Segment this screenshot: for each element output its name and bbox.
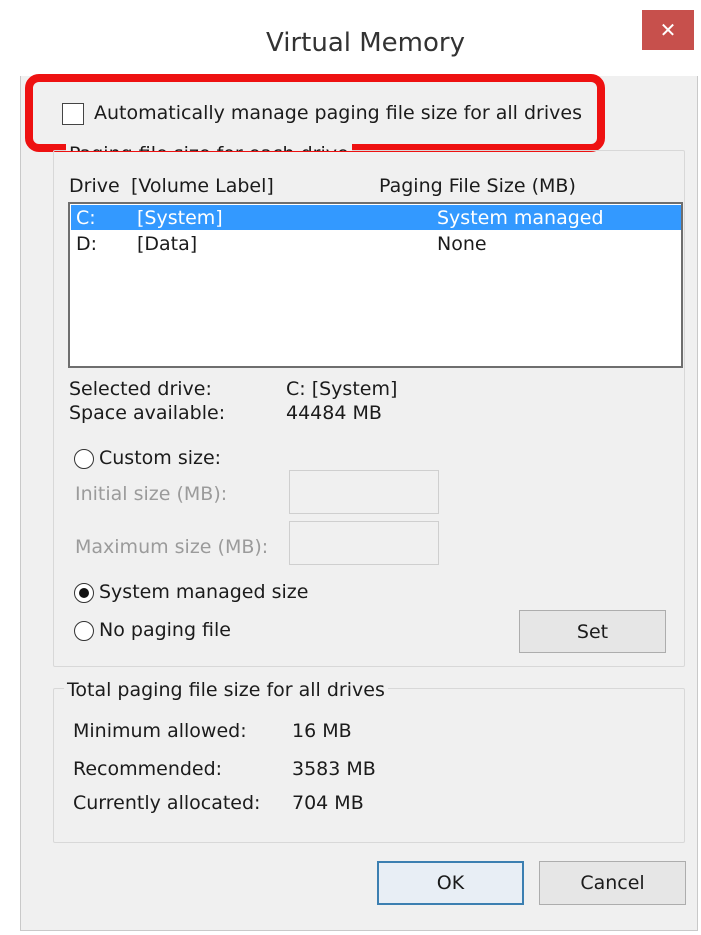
total-group-legend: Total paging file size for all drives bbox=[64, 679, 388, 701]
maximum-size-input[interactable] bbox=[289, 521, 439, 565]
auto-manage-checkbox[interactable] bbox=[62, 103, 84, 125]
no-paging-radio[interactable] bbox=[74, 621, 94, 641]
drive-paging-size: System managed bbox=[437, 207, 604, 229]
drive-paging-size[interactable]: None bbox=[437, 233, 487, 255]
minimum-allowed-value: 16 MB bbox=[292, 720, 352, 742]
system-managed-radio[interactable] bbox=[74, 583, 94, 603]
background-strip bbox=[0, 0, 20, 935]
space-available-label: Space available: bbox=[69, 402, 226, 424]
drive-volume-label[interactable]: [Data] bbox=[137, 233, 197, 255]
space-available-value: 44484 MB bbox=[286, 402, 382, 424]
auto-manage-label[interactable]: Automatically manage paging file size fo… bbox=[94, 102, 582, 124]
custom-size-radio[interactable] bbox=[74, 449, 94, 469]
maximum-size-label: Maximum size (MB): bbox=[75, 536, 269, 558]
close-icon: ✕ bbox=[659, 18, 677, 42]
initial-size-label: Initial size (MB): bbox=[75, 483, 228, 505]
selected-drive-value: C: [System] bbox=[286, 378, 398, 400]
close-button[interactable]: ✕ bbox=[642, 10, 694, 50]
custom-size-label[interactable]: Custom size: bbox=[99, 447, 221, 469]
column-header-drive: Drive bbox=[69, 175, 120, 197]
drive-letter: C: bbox=[76, 207, 96, 229]
per-drive-group-legend: Paging file size for each drive bbox=[66, 143, 352, 151]
radio-selected-dot bbox=[79, 588, 89, 598]
system-managed-label[interactable]: System managed size bbox=[99, 581, 308, 603]
currently-allocated-label: Currently allocated: bbox=[73, 792, 261, 814]
no-paging-label[interactable]: No paging file bbox=[99, 619, 231, 641]
ok-button[interactable]: OK bbox=[377, 861, 524, 905]
cancel-button[interactable]: Cancel bbox=[539, 861, 686, 905]
selected-drive-label: Selected drive: bbox=[69, 378, 212, 400]
window-title: Virtual Memory bbox=[266, 28, 465, 58]
currently-allocated-value: 704 MB bbox=[292, 792, 364, 814]
initial-size-input[interactable] bbox=[289, 470, 439, 514]
column-header-volume: [Volume Label] bbox=[131, 175, 274, 197]
recommended-label: Recommended: bbox=[73, 758, 223, 780]
column-header-size: Paging File Size (MB) bbox=[379, 175, 576, 197]
drive-volume-label: [System] bbox=[137, 207, 223, 229]
recommended-value: 3583 MB bbox=[292, 758, 376, 780]
minimum-allowed-label: Minimum allowed: bbox=[73, 720, 247, 742]
drive-letter[interactable]: D: bbox=[76, 233, 97, 255]
set-button[interactable]: Set bbox=[519, 610, 666, 653]
